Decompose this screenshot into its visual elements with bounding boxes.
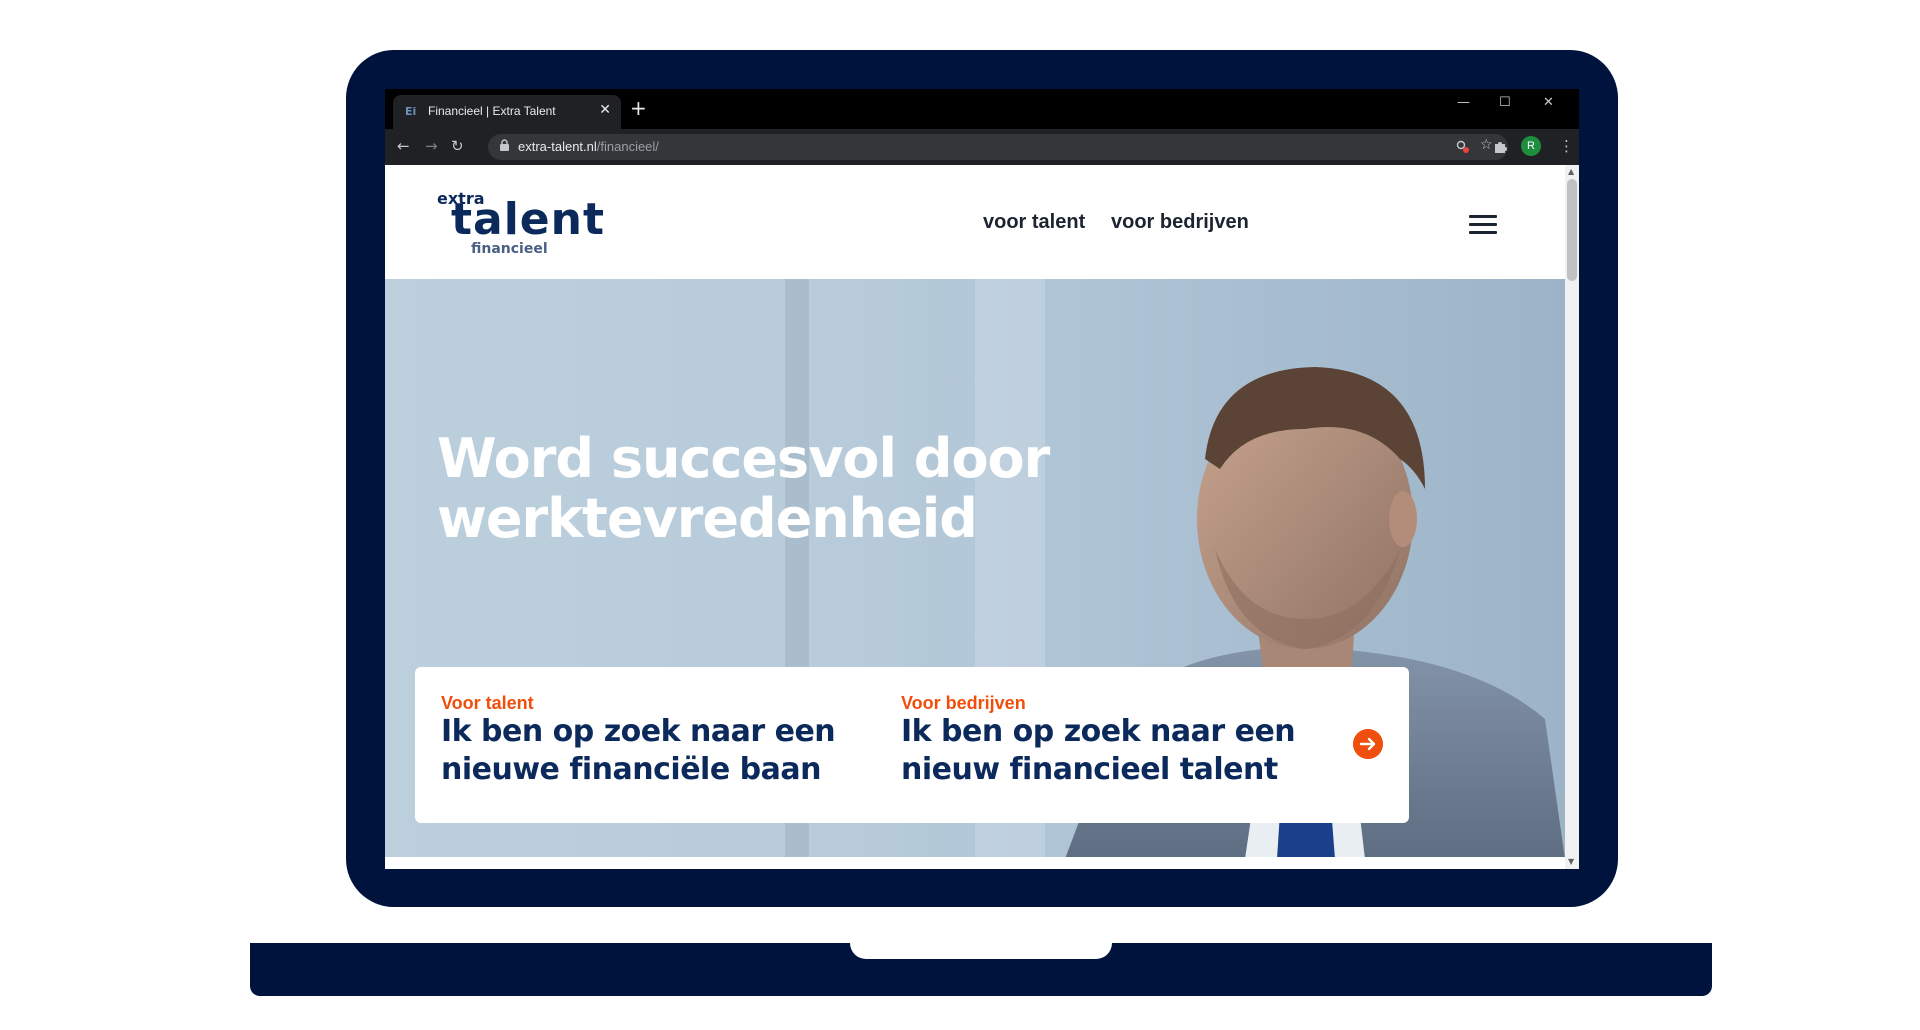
new-tab-button[interactable]: + (630, 96, 647, 120)
hero-title-line-2: werktevredenheid (437, 487, 978, 550)
browser-tab[interactable]: Ei Financieel | Extra Talent ✕ (393, 95, 621, 129)
card-voor-bedrijven[interactable]: Voor bedrijven Ik ben op zoek naar een n… (875, 667, 1409, 823)
scrollbar-thumb[interactable] (1567, 179, 1577, 281)
card-headline: Ik ben op zoek naar een nieuwe financiël… (441, 713, 836, 789)
laptop-notch (850, 943, 1112, 959)
profile-avatar[interactable]: R (1521, 136, 1541, 156)
card-kicker: Voor talent (441, 693, 534, 713)
card-kicker: Voor bedrijven (901, 693, 1026, 713)
tab-close-icon[interactable]: ✕ (599, 102, 611, 118)
hero-section: Word succesvol door werktevredenheid Voo… (385, 279, 1565, 857)
card-headline-line-1: Ik ben op zoek naar een (901, 714, 1296, 749)
site-favicon-icon: Ei (405, 105, 417, 118)
address-bar[interactable]: extra-talent.nl/financieel/ ☆ (488, 134, 1508, 160)
nav-link-voor-talent[interactable]: voor talent (983, 211, 1085, 234)
hero-title: Word succesvol door werktevredenheid (437, 427, 1050, 550)
minimize-icon[interactable]: — (1457, 95, 1470, 110)
hamburger-menu-icon[interactable] (1469, 215, 1497, 235)
back-icon[interactable]: ← (397, 137, 410, 155)
browser-tab-bar: Ei Financieel | Extra Talent ✕ + — ☐ ✕ (385, 89, 1579, 129)
laptop-screen: Ei Financieel | Extra Talent ✕ + — ☐ ✕ ←… (385, 89, 1579, 869)
card-voor-talent[interactable]: Voor talent Ik ben op zoek naar een nieu… (415, 667, 949, 823)
browser-toolbar: ← → ↻ extra-talent.nl/financieel/ ☆ R ⋮ (385, 129, 1579, 165)
site-header: extra talent financieel voor talent voor… (385, 165, 1565, 279)
forward-icon[interactable]: → (425, 137, 438, 155)
web-page: extra talent financieel voor talent voor… (385, 165, 1565, 869)
scroll-up-icon[interactable]: ▲ (1568, 167, 1574, 176)
logo-financieel: financieel (471, 241, 548, 257)
tab-title: Financieel | Extra Talent (428, 104, 556, 118)
page-scrollbar[interactable]: ▲ ▼ (1565, 165, 1579, 869)
nav-link-voor-bedrijven[interactable]: voor bedrijven (1111, 211, 1249, 234)
maximize-icon[interactable]: ☐ (1499, 95, 1511, 110)
bookmark-star-icon[interactable]: ☆ (1480, 137, 1493, 153)
lock-icon (500, 139, 509, 151)
password-key-icon[interactable] (1456, 140, 1470, 154)
logo-talent: talent (451, 194, 606, 245)
card-headline-line-2: nieuw financieel talent (901, 752, 1278, 787)
card-headline-line-1: Ik ben op zoek naar een (441, 714, 836, 749)
page-bottom-strip (385, 857, 1565, 869)
extensions-puzzle-icon[interactable] (1493, 140, 1507, 154)
close-window-icon[interactable]: ✕ (1543, 95, 1554, 110)
hero-title-line-1: Word succesvol door (437, 427, 1050, 490)
reload-icon[interactable]: ↻ (451, 137, 464, 155)
card-headline-line-2: nieuwe financiële baan (441, 752, 821, 787)
arrow-right-icon[interactable] (1353, 729, 1383, 759)
menu-kebab-icon[interactable]: ⋮ (1559, 137, 1574, 155)
url-text: extra-talent.nl/financieel/ (518, 139, 659, 154)
scroll-down-icon[interactable]: ▼ (1568, 857, 1574, 866)
card-headline: Ik ben op zoek naar een nieuw financieel… (901, 713, 1296, 789)
site-logo[interactable]: extra talent financieel (435, 189, 625, 259)
